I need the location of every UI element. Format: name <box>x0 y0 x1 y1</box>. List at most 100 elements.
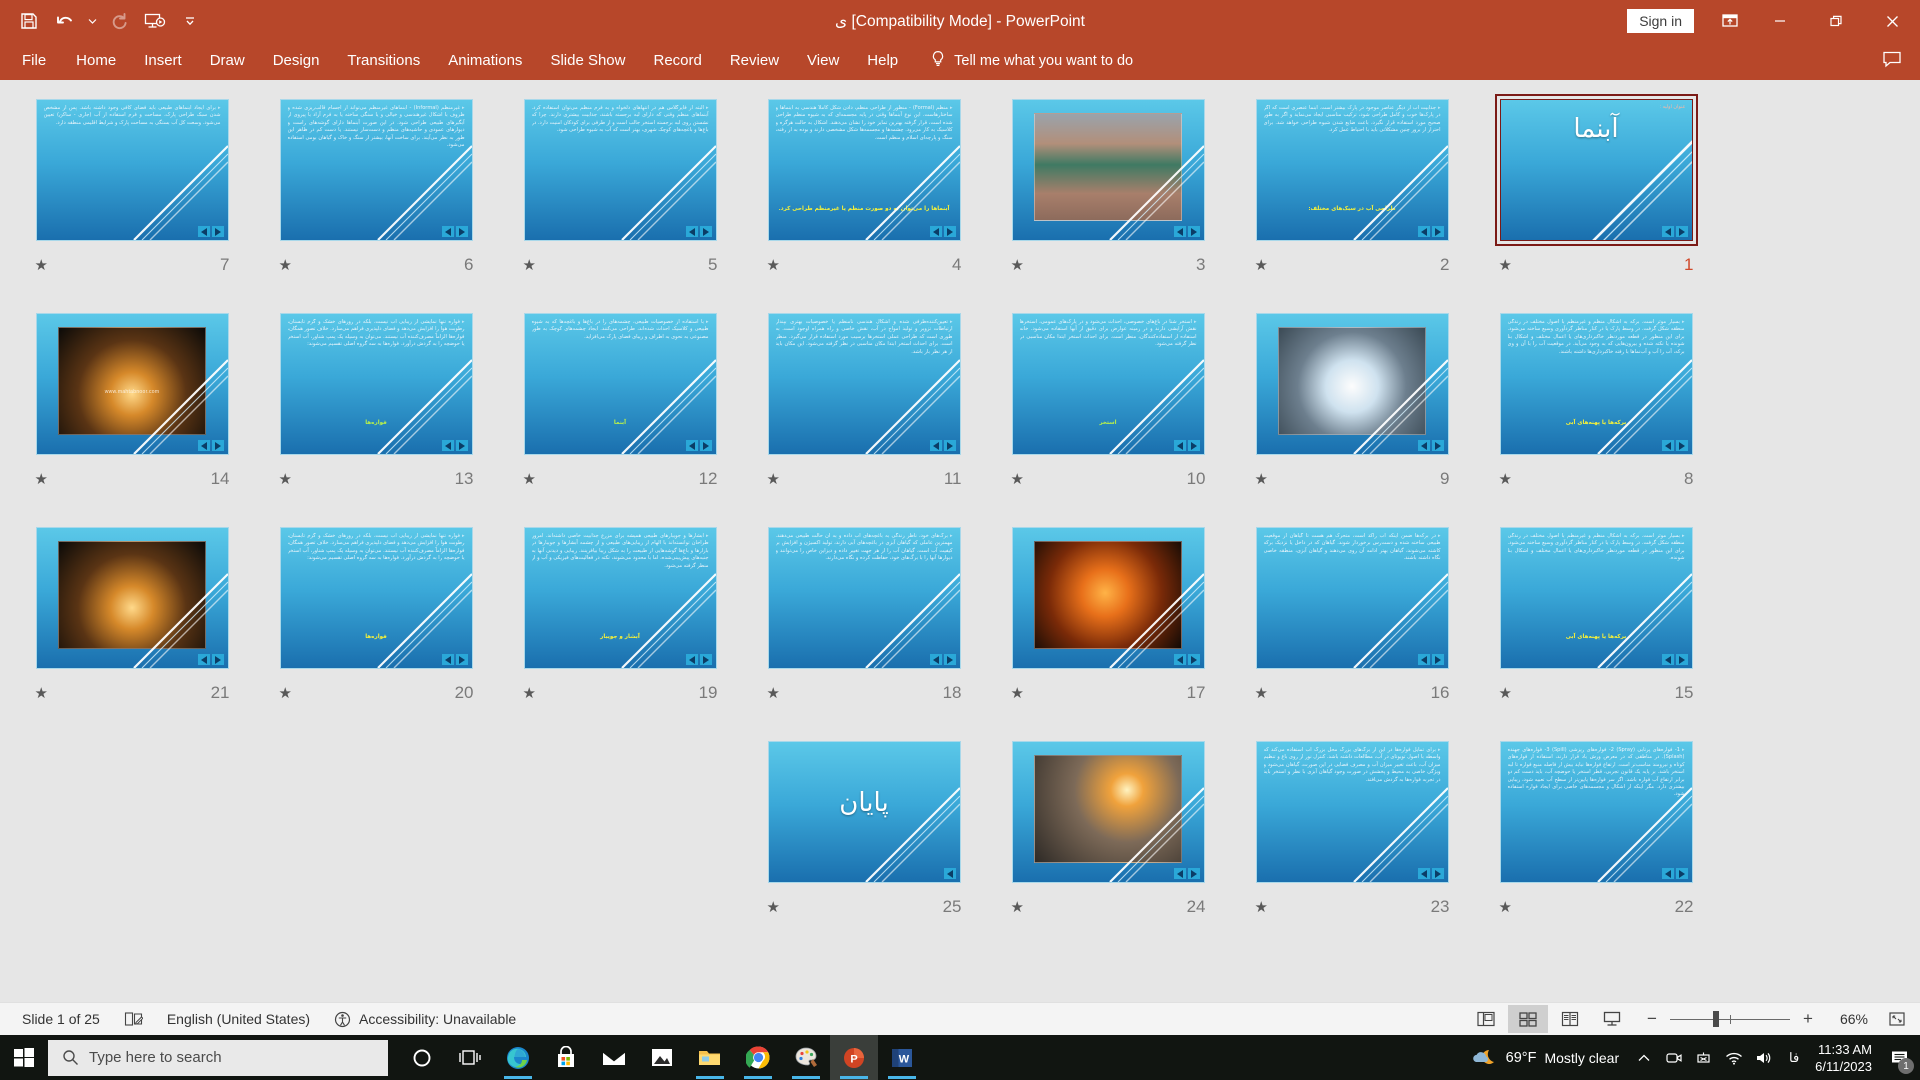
transition-star-icon[interactable]: ★ <box>523 472 536 487</box>
start-button-icon[interactable] <box>0 1035 48 1080</box>
tab-record[interactable]: Record <box>639 44 715 78</box>
word-icon[interactable]: W <box>878 1035 926 1080</box>
transition-star-icon[interactable]: ★ <box>35 258 48 273</box>
search-input[interactable]: Type here to search <box>48 1039 388 1076</box>
slide-thumbnail[interactable]: www.mahtabnoor.com <box>31 308 234 460</box>
network-disconnected-icon[interactable] <box>1689 1035 1719 1080</box>
slide-cell[interactable]: ★ 24 <box>986 736 1230 950</box>
slide-thumbnail[interactable] <box>1007 522 1210 674</box>
undo-icon[interactable] <box>48 6 82 36</box>
clock[interactable]: 11:33 AM 6/11/2023 <box>1809 1041 1882 1075</box>
redo-icon[interactable] <box>102 6 136 36</box>
slide-cell[interactable]: با استفاده از خصوصیات طبیعی، چشمه‌های را… <box>498 308 742 522</box>
save-icon[interactable] <box>12 6 46 36</box>
transition-star-icon[interactable]: ★ <box>1011 900 1024 915</box>
slide-cell[interactable]: منظم (Formal) - منظور از طراحی منظم، داد… <box>742 94 986 308</box>
close-icon[interactable] <box>1864 0 1920 42</box>
slide-cell[interactable]: آبشارها و جویبارهای طبیعی همیشه برای مزر… <box>498 522 742 736</box>
slide-cell[interactable]: ★ 21 <box>10 522 254 736</box>
slide-thumbnail[interactable]: برای تمایل فواره‌ها در این از برگ‌های بز… <box>1251 736 1454 888</box>
powerpoint-icon[interactable]: P <box>830 1035 878 1080</box>
transition-star-icon[interactable]: ★ <box>767 686 780 701</box>
transition-star-icon[interactable]: ★ <box>35 686 48 701</box>
slide-thumbnail[interactable]: البته از فایرگلاس هم در انتهاهای دلخواه … <box>519 94 722 246</box>
reading-view-button[interactable] <box>1550 1005 1590 1033</box>
slide-thumbnail[interactable]: غیرمنظم (Informal) - آبنماهای غیرمنظم می… <box>275 94 478 246</box>
slide-show-button[interactable] <box>1592 1005 1632 1033</box>
slide-thumbnail[interactable]: فواره تنها نمایشی از زیبایی آب نیست، بلک… <box>275 522 478 674</box>
slide-thumbnail[interactable]: استخر شنا در باغ‌های خصوصی، احداث می‌شود… <box>1007 308 1210 460</box>
transition-star-icon[interactable]: ★ <box>279 258 292 273</box>
ribbon-display-options-icon[interactable] <box>1708 0 1752 42</box>
minimize-icon[interactable] <box>1752 0 1808 42</box>
transition-star-icon[interactable]: ★ <box>523 686 536 701</box>
slide-thumbnail[interactable]: تعیین‌کننده‌ظرفی شده و اشکال هندسی نامنظ… <box>763 308 966 460</box>
slide-sorter-view-button[interactable] <box>1508 1005 1548 1033</box>
microsoft-store-icon[interactable] <box>542 1035 590 1080</box>
tab-transitions[interactable]: Transitions <box>333 44 434 78</box>
transition-star-icon[interactable]: ★ <box>279 472 292 487</box>
slide-thumbnail[interactable]: فواره تنها نمایشی از زیبایی آب نیست، بلک… <box>275 308 478 460</box>
tab-slide-show[interactable]: Slide Show <box>536 44 639 78</box>
google-chrome-icon[interactable] <box>734 1035 782 1080</box>
transition-star-icon[interactable]: ★ <box>1255 900 1268 915</box>
slide-thumbnail[interactable]: با استفاده از خصوصیات طبیعی، چشمه‌های را… <box>519 308 722 460</box>
slide-thumbnail[interactable]: بسیار موثر است. برکه به اشکال منظم و غیر… <box>1495 522 1698 674</box>
notes-icon[interactable] <box>112 1005 155 1033</box>
slide-cell[interactable]: بسیار موثر است. برکه به اشکال منظم و غیر… <box>1474 308 1718 522</box>
microsoft-edge-icon[interactable] <box>494 1035 542 1080</box>
transition-star-icon[interactable]: ★ <box>523 258 536 273</box>
slide-thumbnail[interactable] <box>31 522 234 674</box>
transition-star-icon[interactable]: ★ <box>767 258 780 273</box>
transition-star-icon[interactable]: ★ <box>1011 472 1024 487</box>
zoom-control[interactable]: − + 66% <box>1634 1009 1878 1029</box>
slide-cell[interactable]: ★ 17 <box>986 522 1230 736</box>
slide-cell[interactable]: برگ‌های خود، ناظر زندگی به باغچه‌های آب … <box>742 522 986 736</box>
slide-thumbnail[interactable]: پایان <box>763 736 966 888</box>
slide-cell[interactable]: استخر شنا در باغ‌های خصوصی، احداث می‌شود… <box>986 308 1230 522</box>
normal-view-button[interactable] <box>1466 1005 1506 1033</box>
transition-star-icon[interactable]: ★ <box>1255 686 1268 701</box>
slide-sorter-pane[interactable]: برای ایجاد آبنماهای طبیعی باید فضای کافی… <box>0 80 1920 1002</box>
notification-center-icon[interactable]: 1 <box>1882 1035 1916 1080</box>
tab-draw[interactable]: Draw <box>196 44 259 78</box>
zoom-slider[interactable] <box>1670 1011 1790 1027</box>
transition-star-icon[interactable]: ★ <box>1255 258 1268 273</box>
slide-cell[interactable]: غیرمنظم (Informal) - آبنماهای غیرمنظم می… <box>254 94 498 308</box>
fit-to-window-button[interactable] <box>1880 1005 1914 1033</box>
slide-thumbnail[interactable]: 1- فواره‌های پرتابی (Spray) 2- فواره‌های… <box>1495 736 1698 888</box>
undo-dropdown-icon[interactable] <box>84 6 100 36</box>
file-explorer-icon[interactable] <box>686 1035 734 1080</box>
zoom-slider-handle[interactable] <box>1713 1011 1720 1027</box>
start-from-beginning-icon[interactable] <box>138 6 172 36</box>
paint-3d-icon[interactable] <box>782 1035 830 1080</box>
slide-cell[interactable]: پایان ★ 25 <box>742 736 986 950</box>
slide-thumbnail[interactable]: جذابیت آب از دیگر عناصر موجود در پارک بی… <box>1251 94 1454 246</box>
slide-thumbnail[interactable]: آبشارها و جویبارهای طبیعی همیشه برای مزر… <box>519 522 722 674</box>
tab-design[interactable]: Design <box>259 44 334 78</box>
tab-insert[interactable]: Insert <box>130 44 196 78</box>
tab-file[interactable]: File <box>6 44 62 78</box>
transition-star-icon[interactable]: ★ <box>1499 258 1512 273</box>
slide-thumbnail[interactable] <box>1251 308 1454 460</box>
transition-star-icon[interactable]: ★ <box>35 472 48 487</box>
slide-thumbnail-selected[interactable]: عنوان اولیه : آبنما <box>1494 94 1698 246</box>
camera-icon[interactable] <box>1659 1035 1689 1080</box>
slide-cell[interactable]: جذابیت آب از دیگر عناصر موجود در پارک بی… <box>1230 94 1474 308</box>
slide-cell[interactable]: www.mahtabnoor.com ★ 14 <box>10 308 254 522</box>
weather-widget[interactable]: 69°F Mostly clear <box>1462 1047 1629 1069</box>
transition-star-icon[interactable]: ★ <box>1011 686 1024 701</box>
transition-star-icon[interactable]: ★ <box>1255 472 1268 487</box>
restore-icon[interactable] <box>1808 0 1864 42</box>
transition-star-icon[interactable]: ★ <box>1499 686 1512 701</box>
tab-home[interactable]: Home <box>62 44 130 78</box>
transition-star-icon[interactable]: ★ <box>279 686 292 701</box>
task-view-icon[interactable] <box>446 1035 494 1080</box>
wifi-icon[interactable] <box>1719 1035 1749 1080</box>
slide-cell[interactable]: فواره تنها نمایشی از زیبایی آب نیست، بلک… <box>254 522 498 736</box>
transition-star-icon[interactable]: ★ <box>767 472 780 487</box>
transition-star-icon[interactable]: ★ <box>1011 258 1024 273</box>
slide-cell[interactable]: البته از فایرگلاس هم در انتهاهای دلخواه … <box>498 94 742 308</box>
tab-animations[interactable]: Animations <box>434 44 536 78</box>
mail-icon[interactable] <box>590 1035 638 1080</box>
